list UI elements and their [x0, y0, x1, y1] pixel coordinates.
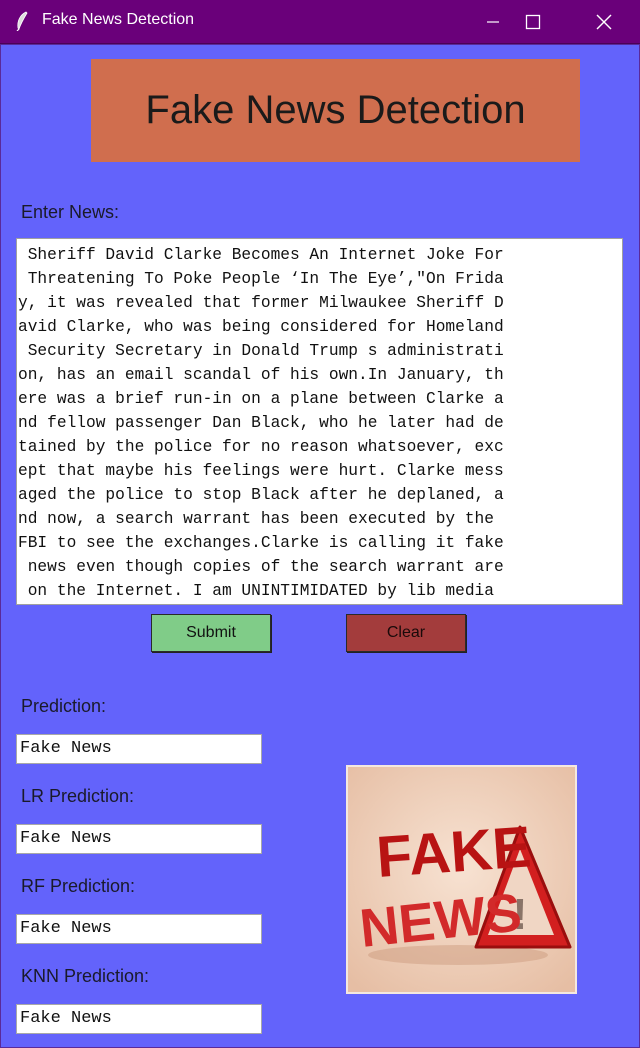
news-line: y, it was revealed that former Milwaukee… — [18, 294, 504, 312]
maximize-button[interactable] — [510, 0, 556, 43]
news-line: aged the police to stop Black after he d… — [18, 486, 504, 504]
news-line: news even though copies of the search wa… — [18, 558, 504, 576]
maximize-icon — [525, 14, 541, 29]
prediction-field[interactable]: Fake News — [16, 734, 262, 764]
window-title: Fake News Detection — [42, 11, 195, 28]
close-button[interactable] — [581, 0, 627, 43]
news-line: Sheriff David Clarke Becomes An Internet… — [18, 246, 504, 264]
news-line: tained by the police for no reason whats… — [18, 438, 504, 456]
news-input[interactable]: Sheriff David Clarke Becomes An Internet… — [16, 238, 623, 605]
news-line: Threatening To Poke People ‘In The Eye’,… — [18, 270, 504, 288]
knn-prediction-field[interactable]: Fake News — [16, 1004, 262, 1034]
minimize-icon — [487, 20, 499, 23]
lr-prediction-field[interactable]: Fake News — [16, 824, 262, 854]
knn-prediction-label: KNN Prediction: — [21, 966, 150, 986]
page-title: Fake News Detection — [91, 59, 580, 162]
news-line: ept that maybe his feelings were hurt. C… — [18, 462, 504, 480]
news-line: ere was a brief run-in on a plane betwee… — [18, 390, 504, 408]
rf-prediction-field[interactable]: Fake News — [16, 914, 262, 944]
lr-prediction-label: LR Prediction: — [21, 786, 135, 806]
news-line: FBI to see the exchanges.Clarke is calli… — [18, 534, 504, 552]
news-line: nd now, a search warrant has been execut… — [18, 510, 504, 528]
fake-news-image: ! FAKE NEWS — [346, 765, 577, 994]
news-line: on, has an email scandal of his own.In J… — [18, 366, 504, 384]
prediction-label: Prediction: — [21, 696, 107, 716]
fake-news-illustration: ! FAKE NEWS — [348, 767, 575, 992]
news-line: on the Internet. I am UNINTIMIDATED by l… — [18, 582, 504, 600]
news-line: avid Clarke, who was being considered fo… — [18, 318, 504, 336]
news-label: Enter News: — [21, 202, 120, 222]
feather-icon — [16, 11, 28, 31]
news-line: nd fellow passenger Dan Black, who he la… — [18, 414, 504, 432]
svg-text:FAKE: FAKE — [374, 814, 533, 890]
news-line: Security Secretary in Donald Trump s adm… — [18, 342, 504, 360]
close-icon — [596, 14, 612, 29]
clear-button[interactable]: Clear — [346, 614, 466, 652]
submit-button[interactable]: Submit — [151, 614, 271, 652]
title-bar: Fake News Detection — [0, 0, 640, 44]
rf-prediction-label: RF Prediction: — [21, 876, 136, 896]
